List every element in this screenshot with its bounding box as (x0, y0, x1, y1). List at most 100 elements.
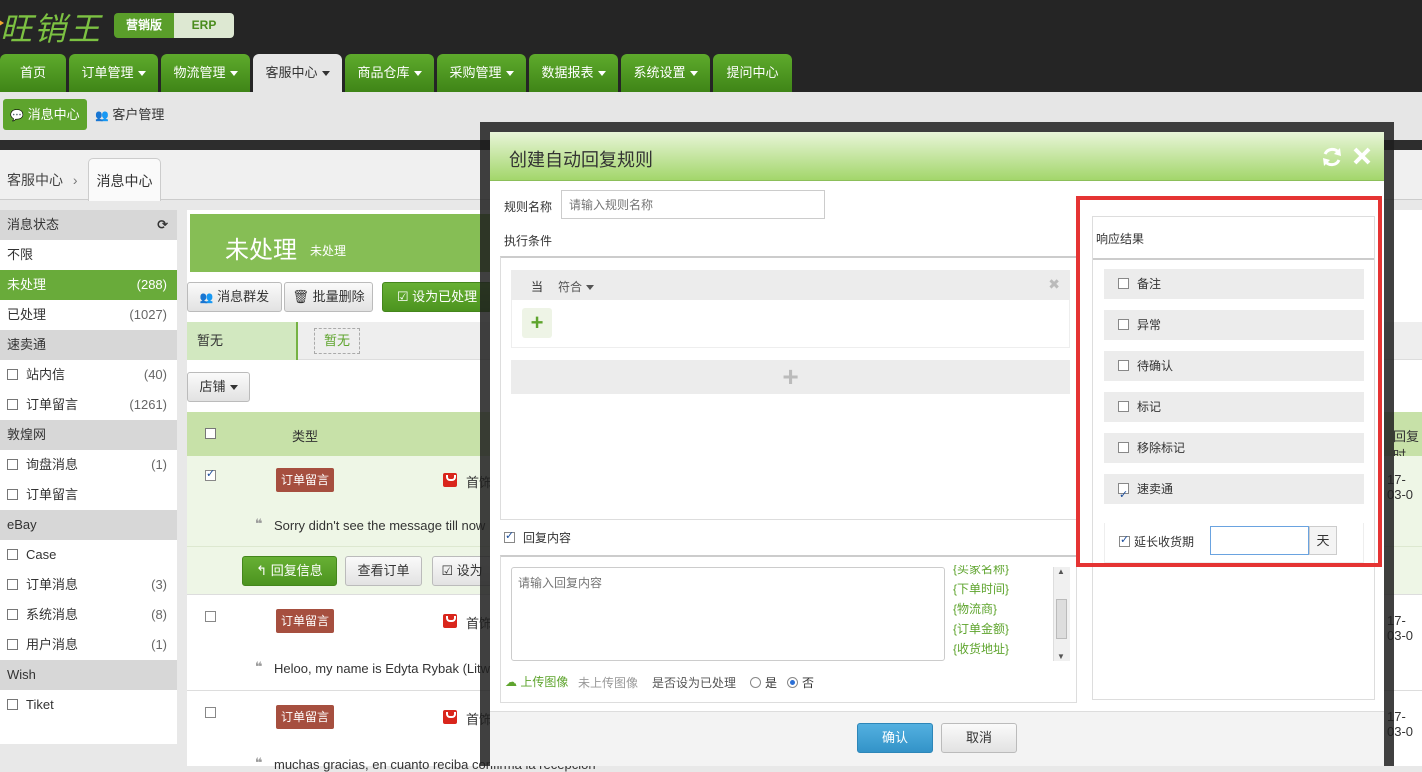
upload-image-link[interactable]: ☁ 上传图像 (505, 673, 568, 690)
sidebar-item-all[interactable]: 不限 (0, 240, 177, 270)
row-checkbox[interactable] (205, 707, 216, 718)
cond-when-label: 当 (531, 280, 544, 294)
variable-order-amount[interactable]: {订单金额} (953, 619, 1057, 639)
variable-buyer-name[interactable]: {买家名称} (953, 565, 1057, 579)
refresh-icon[interactable]: ⟳ (157, 210, 168, 240)
mass-send-button[interactable]: 👥 消息群发 (187, 282, 282, 312)
variable-address[interactable]: {收货地址} (953, 639, 1057, 659)
rule-name-input[interactable] (561, 190, 825, 219)
checkbox[interactable] (7, 489, 18, 500)
reply-button[interactable]: ↰ 回复信息 (242, 556, 337, 586)
variable-scrollbar[interactable]: ▲ ▼ (1053, 567, 1070, 661)
sidebar: 消息状态 ⟳ 不限 未处理 (288) 已处理 (1027) 速卖通 站内信 (40)… (0, 210, 177, 744)
sidebar-item-processed[interactable]: 已处理 (1027) (0, 300, 177, 330)
sidebar-item-inquiry[interactable]: 询盘消息 (1) (0, 450, 177, 480)
batch-delete-button[interactable]: 🗑 批量删除 (284, 282, 373, 312)
variable-order-time[interactable]: {下单时间} (953, 579, 1057, 599)
tab-none-2[interactable]: 暂无 (314, 328, 360, 354)
sidebar-item-user-msg[interactable]: 用户消息 (1) (0, 630, 177, 660)
dialog-footer: 确认 取消 (490, 711, 1384, 766)
shop-filter-dropdown[interactable]: 店铺 (187, 372, 250, 402)
sidebar-group-wish: Wish (0, 660, 177, 690)
top-bar: 旺销王 营销版 ERP 首页 订单管理 物流管理 客服中心 商品仓库 采购管理 … (0, 0, 1422, 92)
refresh-icon[interactable] (1320, 145, 1344, 169)
rule-name-label: 规则名称 (504, 200, 553, 214)
condition-body: + (511, 300, 1070, 348)
breadcrumb-root[interactable]: 客服中心 › (7, 170, 78, 190)
nav-logistics[interactable]: 物流管理 (161, 54, 250, 92)
close-icon[interactable] (1350, 144, 1374, 168)
radio[interactable] (787, 677, 798, 688)
reply-content-toggle[interactable]: 回复内容 (504, 529, 571, 546)
cond-match-dropdown[interactable]: 符合 (558, 278, 595, 295)
type-badge: 订单留言 (276, 705, 334, 729)
tab-none[interactable]: 暂无 (187, 322, 298, 360)
nav-help[interactable]: 提问中心 (713, 54, 792, 92)
checkbox[interactable] (7, 609, 18, 620)
nav-warehouse[interactable]: 商品仓库 (345, 54, 434, 92)
radio-no[interactable]: 否 (787, 674, 814, 691)
col-type: 类型 (292, 429, 319, 444)
remove-condition-icon[interactable]: ✖ (1048, 276, 1060, 293)
nav-reports[interactable]: 数据报表 (529, 54, 618, 92)
sidebar-item-system-msg[interactable]: 系统消息 (8) (0, 600, 177, 630)
chevron-down-icon (505, 71, 514, 77)
checkbox[interactable] (7, 639, 18, 650)
checkbox[interactable] (7, 399, 18, 410)
aliexpress-icon (443, 614, 457, 628)
aliexpress-icon (443, 710, 457, 724)
chevron-down-icon (137, 71, 146, 77)
variable-carrier[interactable]: {物流商} (953, 599, 1057, 619)
scroll-thumb[interactable] (1056, 599, 1067, 639)
checkbox[interactable] (7, 369, 18, 380)
add-condition-icon[interactable]: + (522, 308, 552, 338)
cancel-button[interactable]: 取消 (941, 723, 1017, 753)
reply-panel: {买家名称} {下单时间} {物流商} {订单金额} {收货地址} ▲ ▼ ☁ … (500, 555, 1077, 703)
checkbox[interactable] (7, 699, 18, 710)
checkbox[interactable] (7, 459, 18, 470)
nav-orders[interactable]: 订单管理 (69, 54, 158, 92)
users-icon: 👥 (199, 292, 214, 304)
status-banner: 未处理 未处理 (190, 214, 490, 272)
nav-settings[interactable]: 系统设置 (621, 54, 710, 92)
row-checkbox[interactable] (205, 467, 216, 481)
sidebar-item-order-msg[interactable]: 订单留言 (1261) (0, 390, 177, 420)
quote-icon: ❝ (255, 755, 263, 770)
select-all-checkbox[interactable] (205, 428, 216, 439)
add-condition-group-button[interactable]: + (511, 360, 1070, 394)
checkbox[interactable] (7, 579, 18, 590)
checkbox[interactable] (504, 529, 515, 543)
page-subtitle: 未处理 (310, 244, 347, 258)
sidebar-item-tiket[interactable]: Tiket (0, 690, 177, 720)
version-erp-button[interactable]: ERP (174, 13, 234, 38)
check-square-icon: ☑ (396, 289, 409, 304)
subnav-message-center[interactable]: 💬 消息中心 (3, 99, 87, 130)
reply-content-textarea[interactable] (511, 567, 945, 661)
tab-message-center[interactable]: 消息中心 (88, 158, 161, 201)
scroll-up-icon[interactable]: ▲ (1057, 567, 1065, 576)
nav-customer-service[interactable]: 客服中心 (253, 54, 342, 92)
checkbox[interactable] (7, 549, 18, 560)
view-order-button[interactable]: 查看订单 (345, 556, 422, 586)
version-marketing-button[interactable]: 营销版 (114, 13, 174, 38)
page-title: 未处理 (225, 237, 297, 264)
sidebar-item-station-msg[interactable]: 站内信 (40) (0, 360, 177, 390)
sidebar-item-unprocessed[interactable]: 未处理 (288) (0, 270, 177, 300)
set-processed-button[interactable]: ☑ 设为已处理 (382, 282, 492, 312)
sidebar-item-case[interactable]: Case (0, 540, 177, 570)
scroll-down-icon[interactable]: ▼ (1057, 652, 1065, 661)
nav-purchasing[interactable]: 采购管理 (437, 54, 526, 92)
quote-icon: ❝ (255, 659, 263, 674)
aliexpress-icon (443, 473, 457, 487)
subnav-customer-mgmt[interactable]: 👥 客户管理 (95, 99, 164, 130)
sidebar-item-order-message[interactable]: 订单消息 (3) (0, 570, 177, 600)
chat-icon: 💬 (10, 110, 25, 122)
reply-icon: ↰ (256, 563, 268, 578)
message-text: Sorry didn't see the message till now (274, 518, 486, 533)
confirm-button[interactable]: 确认 (857, 723, 933, 753)
nav-home[interactable]: 首页 (0, 54, 66, 92)
radio[interactable] (750, 677, 761, 688)
radio-yes[interactable]: 是 (750, 674, 777, 691)
row-checkbox[interactable] (205, 611, 216, 622)
sidebar-item-order-msg[interactable]: 订单留言 (0, 480, 177, 510)
